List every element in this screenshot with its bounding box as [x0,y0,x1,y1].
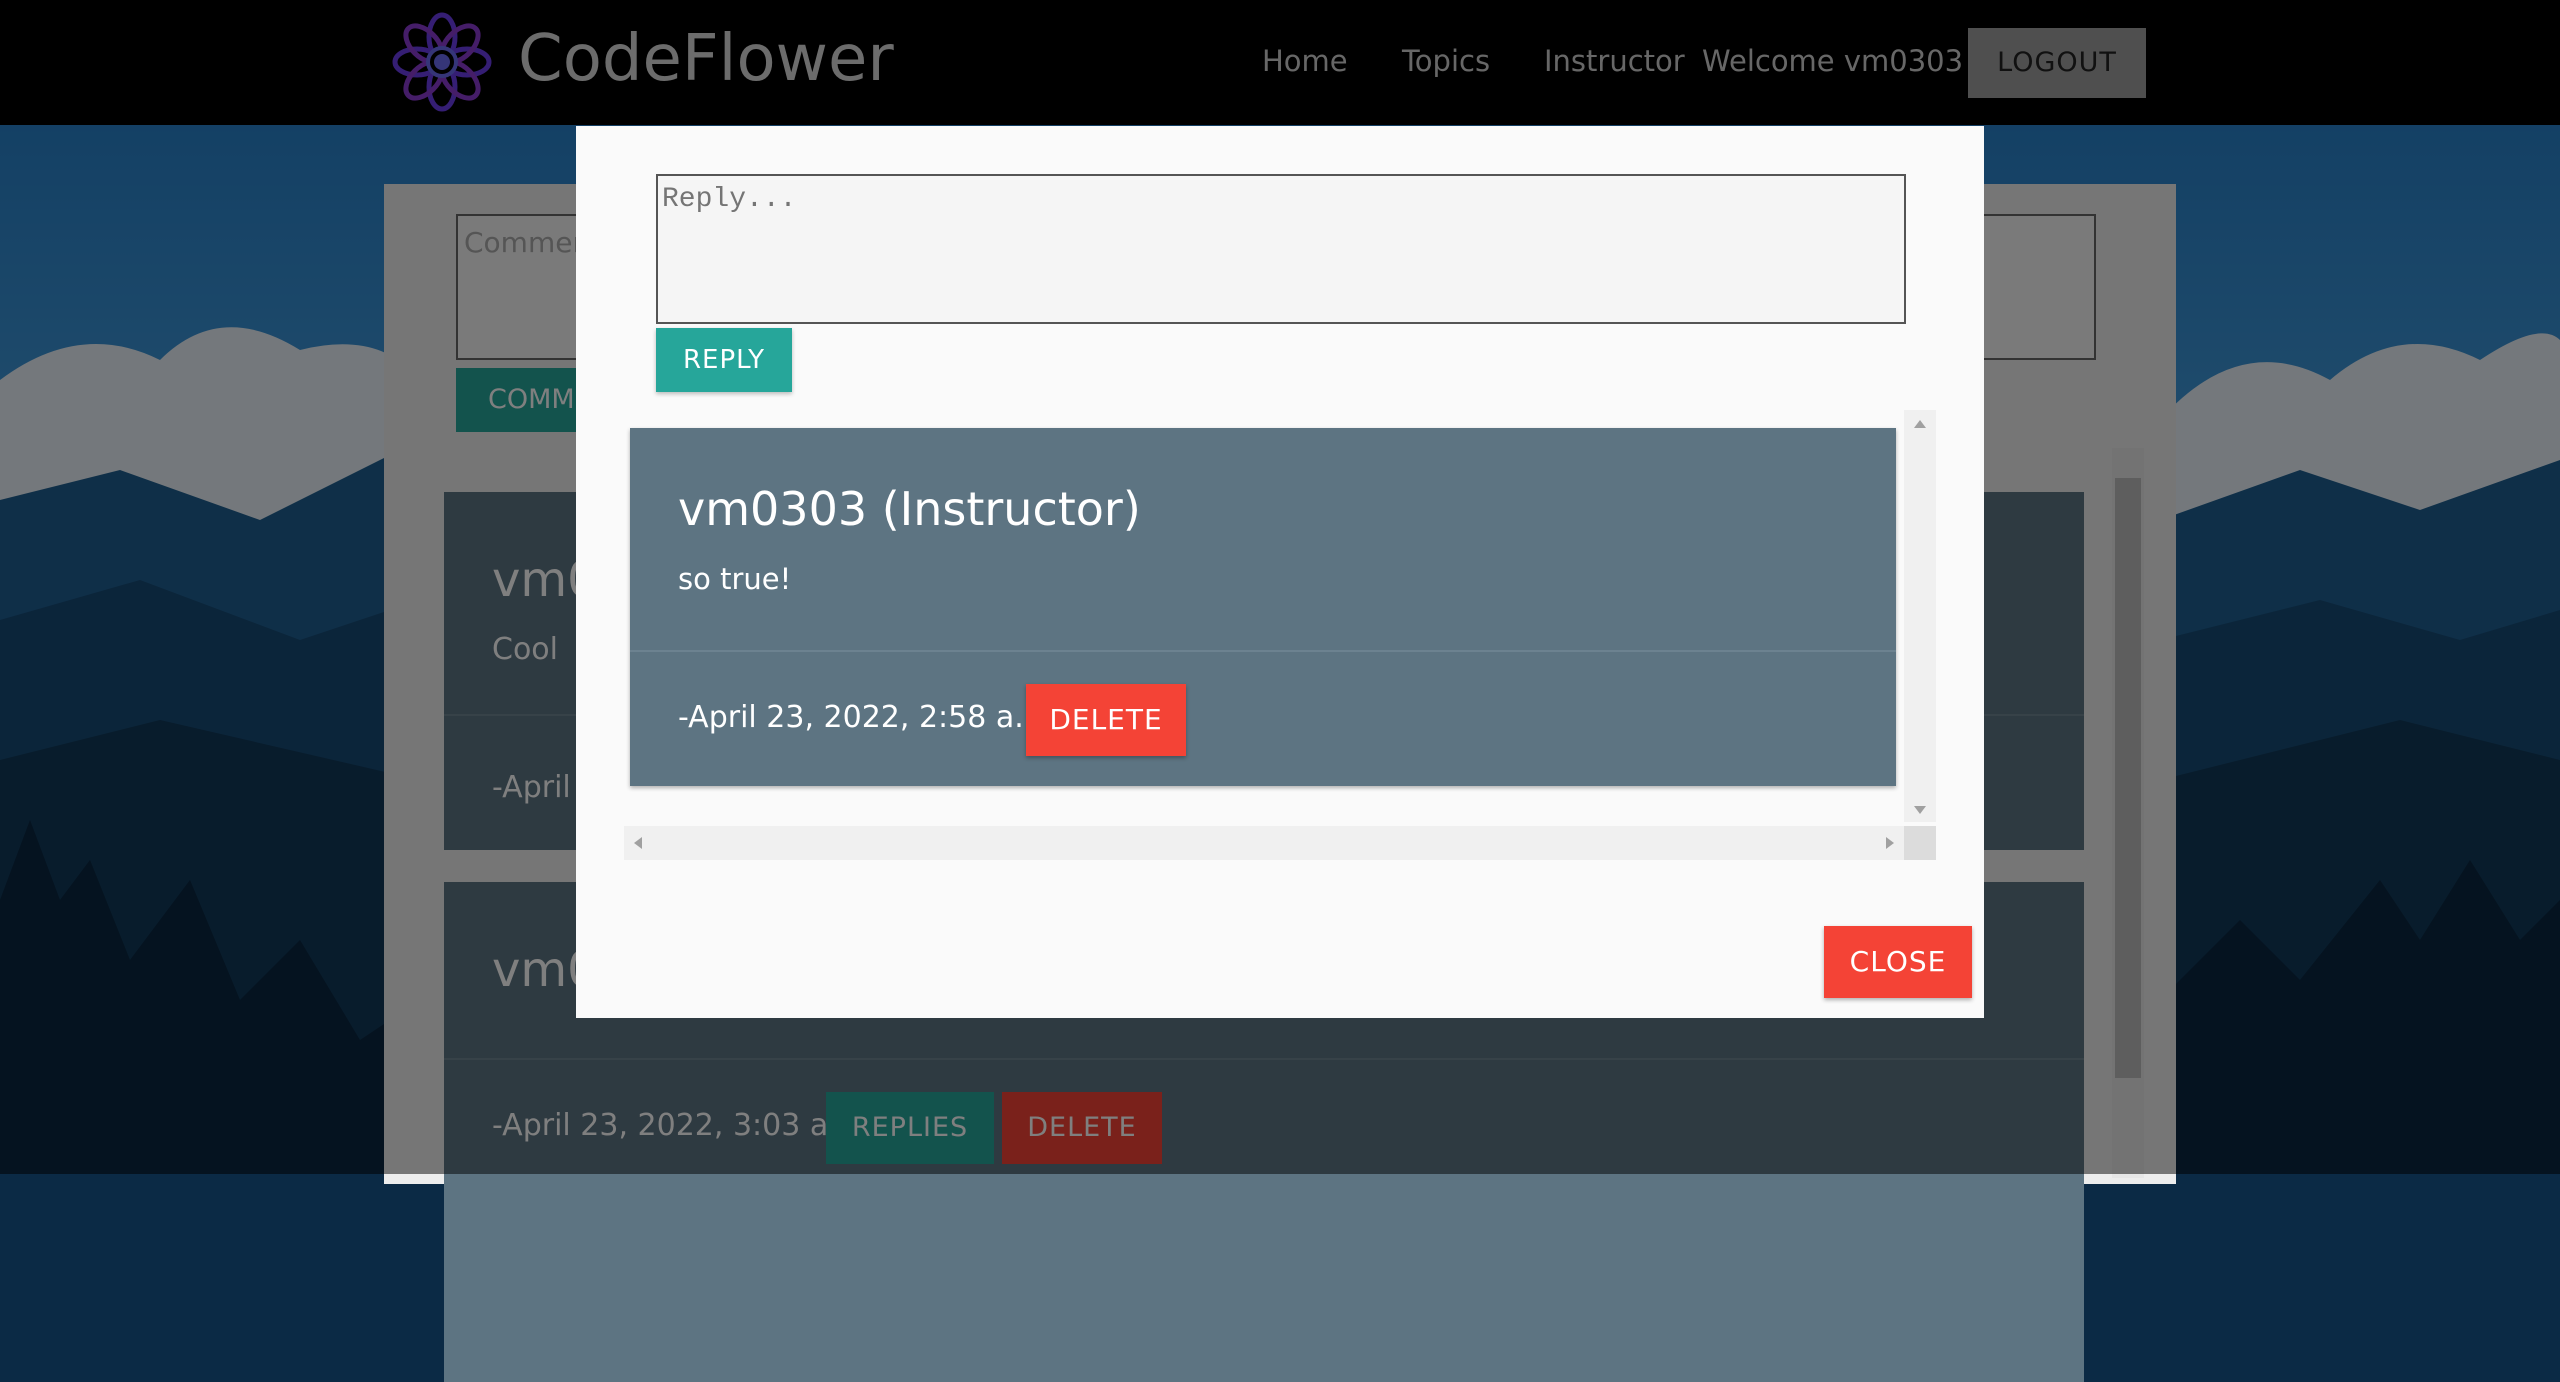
scroll-left-icon[interactable] [634,837,642,849]
scroll-up-icon[interactable] [1914,420,1926,428]
close-button[interactable]: CLOSE [1824,926,1972,998]
scroll-down-icon[interactable] [1914,806,1926,814]
reply-input[interactable] [656,174,1906,324]
reply-author: vm0303 (Instructor) [678,482,1141,536]
reply-button[interactable]: REPLY [656,328,792,392]
reply-text: so true! [678,562,792,596]
scrollbar-corner [1904,826,1936,860]
vertical-scrollbar[interactable] [1904,410,1936,822]
reply-date: -April 23, 2022, 2:58 a.m. [678,700,1063,735]
card-divider [630,650,1896,652]
replies-scroll-area[interactable]: vm0303 (Instructor) so true! -April 23, … [624,410,1936,860]
delete-reply-button[interactable]: DELETE [1026,684,1186,756]
scroll-right-icon[interactable] [1886,837,1894,849]
replies-modal: REPLY vm0303 (Instructor) so true! -Apri… [576,126,1984,1018]
reply-card: vm0303 (Instructor) so true! -April 23, … [630,428,1896,786]
horizontal-scrollbar[interactable] [624,826,1904,860]
